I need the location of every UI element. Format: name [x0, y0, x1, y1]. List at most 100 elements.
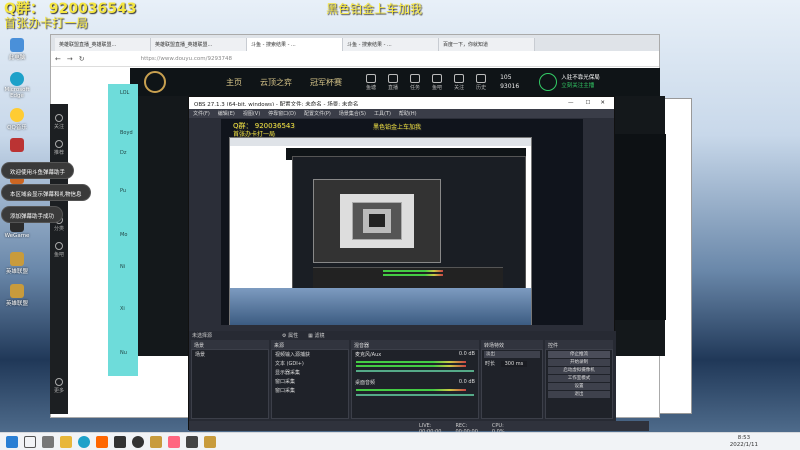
source-item[interactable]: 显示器采集 — [272, 368, 348, 377]
mixer-dock: 麦克风/Aux 0.0 dB 桌面音频 0.0 dB — [351, 349, 479, 419]
settings-button[interactable]: 设置 — [548, 383, 610, 390]
desktop-icon[interactable]: Microsoft Edge — [2, 72, 32, 99]
menu-profile[interactable]: 配置文件(P) — [304, 110, 331, 117]
app-icon[interactable] — [132, 435, 144, 448]
menu-edit[interactable]: 编辑(E) — [218, 110, 235, 117]
notification[interactable]: 本区域会显示弹幕和礼物信息 — [1, 184, 91, 201]
duration-input[interactable]: 300 ms — [500, 361, 528, 367]
properties-button[interactable]: ⚙ 属性 — [282, 332, 298, 339]
obs-window[interactable]: OBS 27.1.3 (64-bit, windows) - 配置文件: 未命名… — [188, 96, 649, 447]
sidebar-item-follow[interactable]: 关注 — [50, 114, 68, 130]
task-view-icon[interactable] — [42, 435, 54, 448]
fishpond-button[interactable]: 鱼塘 — [366, 73, 376, 91]
sidebar-item-more[interactable]: 更多 — [50, 378, 68, 394]
desktop-icon[interactable]: 英雄联盟 — [2, 284, 32, 307]
transition-select[interactable]: 淡出 — [484, 351, 540, 358]
menu-scene-collection[interactable]: 场景集合(S) — [339, 110, 366, 117]
start-icon[interactable] — [6, 435, 18, 448]
source-item[interactable]: 文本 (GDI+) — [272, 359, 348, 368]
preview-meter — [383, 274, 443, 276]
edge-icon[interactable] — [78, 435, 90, 448]
desktop-icon[interactable]: 英雄联盟 — [2, 252, 32, 275]
follow-button[interactable]: 关注 — [454, 73, 464, 91]
task-button[interactable]: 任务 — [410, 73, 420, 91]
volume-meter — [356, 365, 466, 367]
history-button[interactable]: 历史 — [476, 73, 486, 91]
desktop-icon[interactable]: QQ音乐 — [2, 108, 32, 131]
nav-tft[interactable]: 云顶之弈 — [260, 77, 292, 88]
sidebar-item-recommend[interactable]: 推荐 — [50, 140, 68, 156]
volume-slider[interactable] — [356, 394, 474, 396]
desktop-icon[interactable]: 此电脑 — [2, 38, 32, 61]
menu-help[interactable]: 帮助(H) — [399, 110, 417, 117]
nav-home[interactable]: 主页 — [226, 77, 242, 88]
minimize-icon[interactable]: — — [568, 100, 574, 106]
sidebar-label: 鱼吧 — [53, 252, 64, 258]
menu-tools[interactable]: 工具(T) — [374, 110, 391, 117]
cyan-panel — [108, 84, 138, 376]
transitions-dock-header: 转场特效 — [481, 340, 543, 349]
back-icon[interactable]: ← — [55, 55, 61, 63]
filters-button[interactable]: ▦ 滤镜 — [308, 332, 324, 339]
menu-file[interactable]: 文件(F) — [193, 110, 210, 117]
lol-client-icon[interactable] — [204, 435, 216, 448]
studio-mode-button[interactable]: 工作室模式 — [548, 375, 610, 382]
menu-docks[interactable]: 停靠窗口(D) — [268, 110, 296, 117]
lol-icon[interactable] — [150, 435, 162, 448]
browser-tab[interactable]: 英雄联盟直播_英雄联盟... — [55, 38, 151, 51]
scene-item[interactable]: 场景 — [192, 350, 268, 359]
promo[interactable]: 入驻不靠光保局 立刻关注主播 — [561, 74, 600, 90]
fishbar-button[interactable]: 鱼吧 — [432, 73, 443, 91]
nav-cup[interactable]: 冠军杯赛 — [310, 77, 342, 88]
icon-label: 直播 — [388, 84, 399, 91]
lol-logo-icon[interactable] — [144, 71, 166, 93]
promo-title: 入驻不靠光保局 — [561, 75, 600, 81]
url-field[interactable]: https://www.douyu.com/9293748 — [141, 56, 232, 62]
panel-label: LOL — [120, 90, 130, 96]
browser-tab[interactable]: 百度一下，你就知道 — [439, 38, 535, 51]
browser-tab[interactable]: 英雄联盟直播_英雄联盟... — [151, 38, 247, 51]
file-explorer-icon[interactable] — [60, 435, 72, 448]
douyu-icon[interactable] — [96, 435, 108, 448]
obs-titlebar: OBS 27.1.3 (64-bit, windows) - 配置文件: 未命名… — [189, 97, 614, 109]
exit-button[interactable]: 退出 — [548, 391, 610, 398]
lol-icon — [10, 284, 24, 298]
rec-status: REC: 00:00:00 — [455, 423, 477, 435]
desktop-icon-label: 英雄联盟 — [5, 269, 28, 275]
live-button[interactable]: 直播 — [388, 73, 399, 91]
virtual-camera-button[interactable]: 启动虚拟摄像机 — [548, 367, 610, 374]
panel-label: Xi — [120, 306, 125, 312]
preview-layer — [313, 179, 441, 263]
avatar[interactable] — [539, 73, 558, 91]
volume-slider[interactable] — [356, 370, 474, 372]
duration-label: 时长 — [485, 361, 496, 367]
start-record-button[interactable]: 开始录制 — [548, 359, 610, 366]
menu-view[interactable]: 视图(V) — [243, 110, 260, 117]
app-icon[interactable] — [186, 435, 198, 448]
source-item[interactable]: 窗口采集 — [272, 377, 348, 386]
forward-icon[interactable]: → — [67, 55, 73, 63]
sidebar-item-fishbar[interactable]: 鱼吧 — [50, 242, 68, 258]
taskbar: 8:53 2022/1/11 — [0, 432, 800, 450]
address-bar: ← → ↻ https://www.douyu.com/9293748 — [51, 51, 659, 67]
follow-icon — [55, 114, 63, 122]
clock[interactable]: 8:53 2022/1/11 — [730, 435, 758, 448]
preview-layer — [352, 202, 402, 240]
icon-label: 鱼吧 — [432, 84, 443, 91]
source-item[interactable]: 窗口采集 — [272, 386, 348, 395]
stop-stream-button[interactable]: 停止推流 — [548, 351, 610, 358]
obs-preview[interactable]: Q群： 920036543 首张办卡打一局 黑色铂金上车加我 — [221, 119, 583, 325]
notification[interactable]: 添加弹幕助手成功 — [1, 206, 64, 223]
source-item[interactable]: 视频输入源捕获 — [272, 350, 348, 359]
notification[interactable]: 欢迎使用斗鱼弹幕助手 — [1, 162, 75, 179]
desktop-icon[interactable] — [2, 138, 32, 153]
browser-tab[interactable]: 斗鱼 - 搜索结果 - ... — [343, 38, 439, 51]
search-icon[interactable] — [24, 435, 36, 448]
obs-icon[interactable] — [114, 435, 126, 448]
refresh-icon[interactable]: ↻ — [79, 55, 85, 63]
maximize-icon[interactable]: ☐ — [585, 100, 590, 106]
close-icon[interactable]: ✕ — [600, 100, 605, 106]
obs-title: OBS 27.1.3 (64-bit, windows) - 配置文件: 未命名… — [194, 102, 359, 106]
app-icon[interactable] — [168, 435, 180, 448]
browser-tab[interactable]: 斗鱼 - 搜索结果 - ... — [247, 38, 343, 51]
